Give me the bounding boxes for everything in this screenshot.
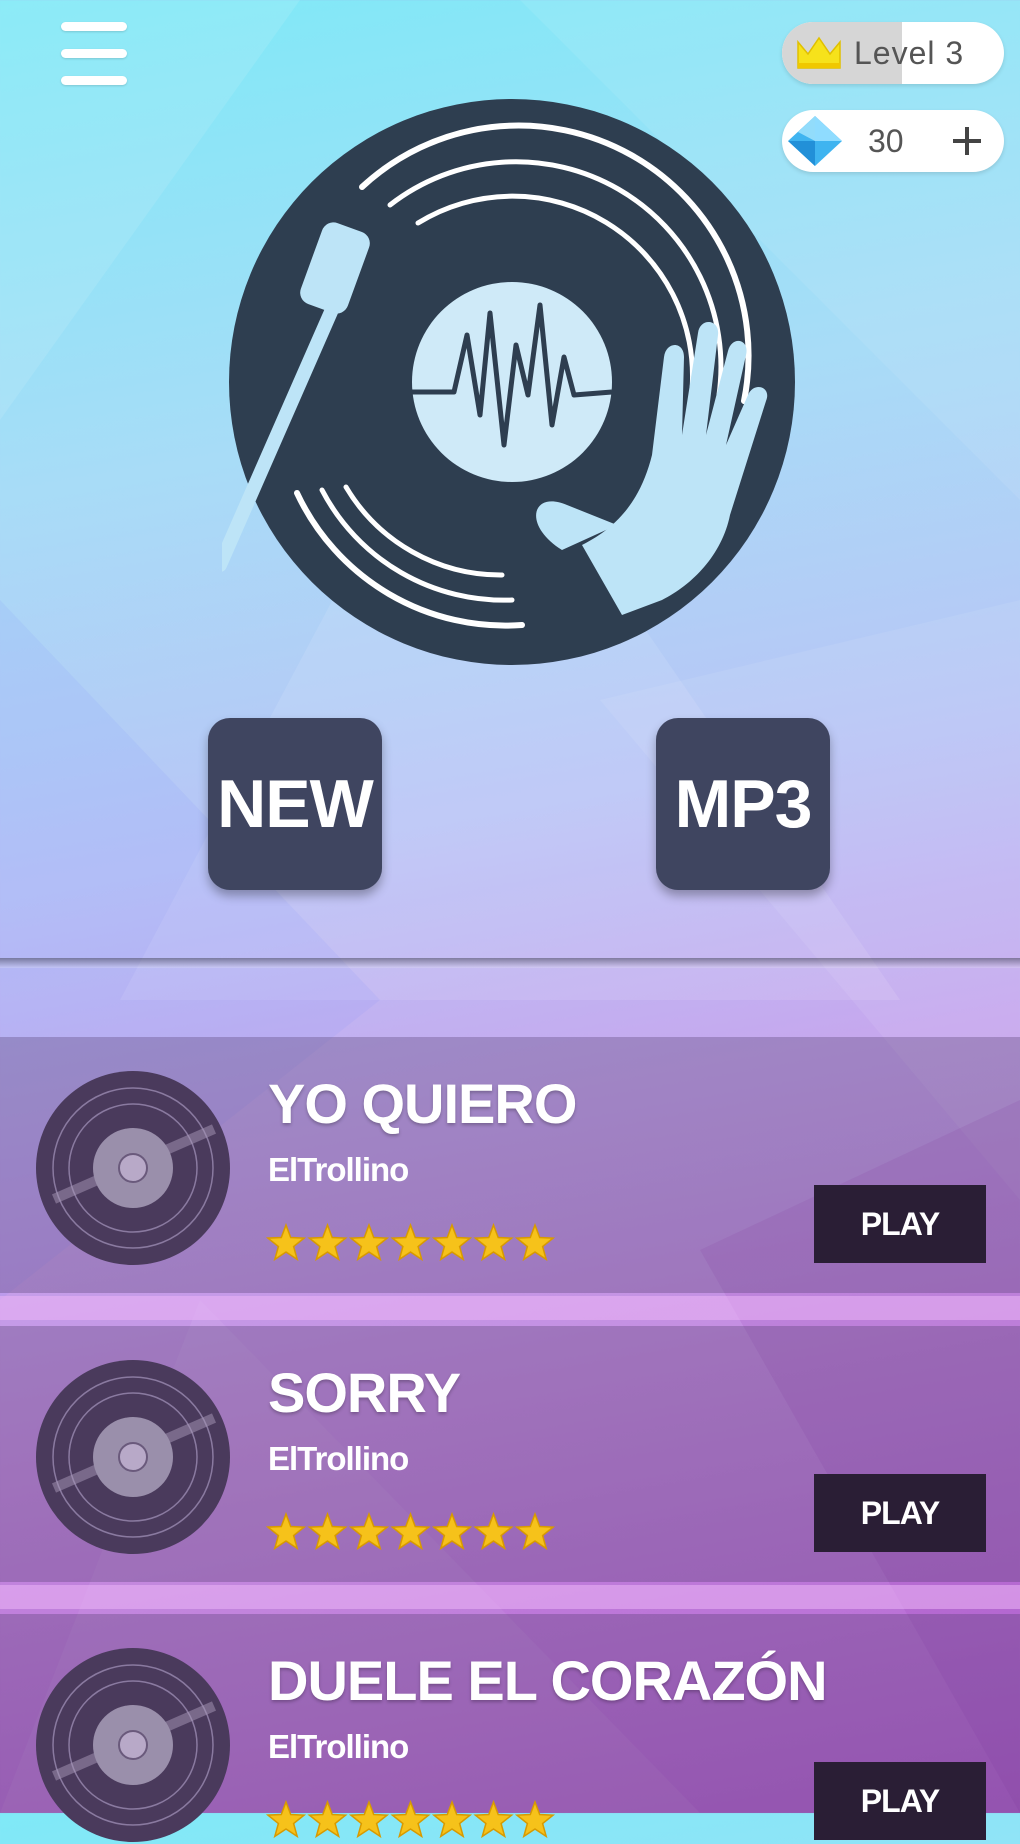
star-icon (348, 1800, 390, 1839)
vinyl-record-icon (36, 1648, 230, 1842)
song-artist: ElTrollino (268, 1728, 409, 1765)
star-icon (514, 1800, 556, 1839)
row-separator (0, 1296, 1020, 1320)
star-icon (514, 1223, 556, 1262)
star-icon (307, 1512, 348, 1551)
star-icon (390, 1800, 431, 1839)
star-icon (266, 1512, 307, 1551)
star-rating (266, 1800, 556, 1839)
play-button[interactable]: PLAY (814, 1474, 986, 1552)
song-title: DUELE EL CORAZÓN (268, 1649, 828, 1712)
song-artist: ElTrollino (268, 1151, 409, 1188)
gems-counter: 30 (782, 110, 1004, 172)
star-icon (431, 1800, 473, 1839)
star-icon (390, 1512, 431, 1551)
star-icon (473, 1223, 514, 1262)
mp3-button[interactable]: MP3 (656, 718, 830, 890)
star-icon (348, 1512, 390, 1551)
menu-button[interactable] (56, 20, 132, 88)
song-row: DUELE EL CORAZÓN ElTrollino PLAY (0, 1614, 1020, 1842)
star-rating (266, 1512, 556, 1551)
song-row: SORRY ElTrollino PLAY (0, 1326, 1020, 1582)
vinyl-record-icon (36, 1071, 230, 1265)
divider (0, 958, 1020, 968)
star-icon (348, 1223, 390, 1262)
vinyl-turntable-logo (222, 99, 795, 665)
play-button[interactable]: PLAY (814, 1762, 986, 1840)
star-icon (266, 1800, 307, 1839)
play-button[interactable]: PLAY (814, 1185, 986, 1263)
star-icon (473, 1512, 514, 1551)
crown-icon (797, 36, 841, 69)
star-icon (473, 1800, 514, 1839)
add-gems-button[interactable] (944, 118, 990, 164)
star-icon (431, 1223, 473, 1262)
star-rating (266, 1223, 556, 1262)
star-icon (431, 1512, 473, 1551)
star-icon (307, 1800, 348, 1839)
star-icon (266, 1223, 307, 1262)
vinyl-record-icon (36, 1360, 230, 1554)
star-icon (307, 1223, 348, 1262)
song-artist: ElTrollino (268, 1440, 409, 1477)
song-title: YO QUIERO (268, 1072, 577, 1135)
hamburger-icon (61, 22, 127, 31)
level-badge: Level 3 (782, 22, 1004, 84)
level-label: Level 3 (854, 35, 965, 71)
song-row: YO QUIERO ElTrollino PLAY (0, 1037, 1020, 1293)
new-songs-button[interactable]: NEW (208, 718, 382, 890)
star-icon (390, 1223, 431, 1262)
song-title: SORRY (268, 1361, 461, 1424)
gems-count: 30 (868, 123, 904, 159)
star-icon (514, 1512, 556, 1551)
row-separator (0, 1585, 1020, 1609)
